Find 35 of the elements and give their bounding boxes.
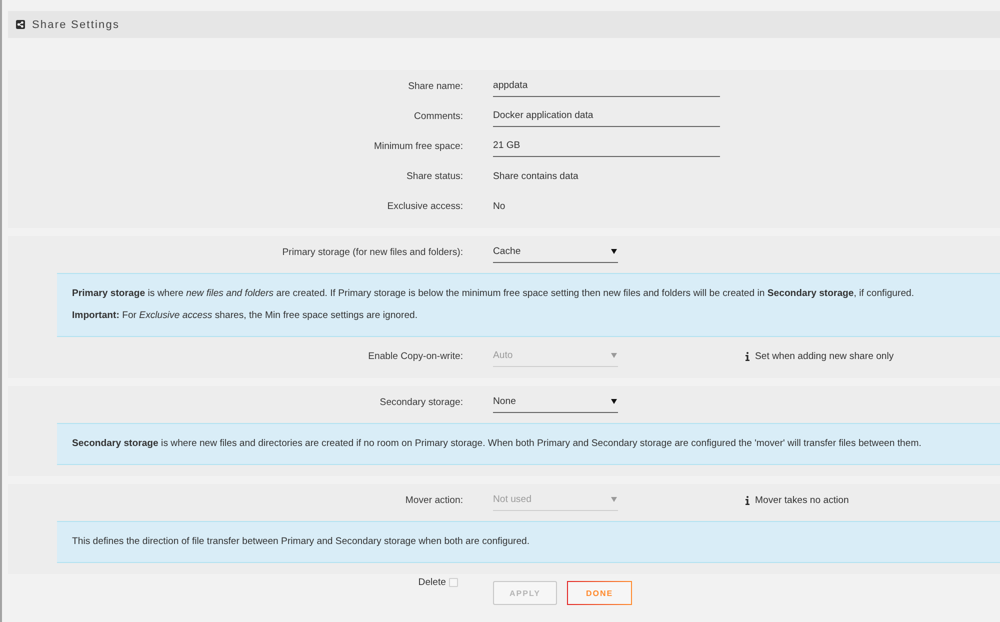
field-label: Share status: xyxy=(406,170,463,182)
dropdown: Auto xyxy=(493,345,618,367)
field-label: Enable Copy-on-write: xyxy=(368,350,463,362)
caret-icon xyxy=(611,353,617,358)
field-label: Secondary storage: xyxy=(380,396,463,408)
field-label: Exclusive access: xyxy=(387,200,463,212)
dropdown[interactable]: None xyxy=(493,391,618,413)
info-icon xyxy=(745,352,750,360)
info-text: Important: For Exclusive access shares, the Min free space settings are ignored. xyxy=(72,309,419,323)
text-field[interactable]: Docker application data xyxy=(493,105,720,127)
field-label: Comments: xyxy=(414,110,463,122)
field-value: Share contains data xyxy=(493,170,578,182)
info-text: This defines the direction of file transfer between Primary and Secondary storage when both are configured. xyxy=(72,535,531,549)
dropdown[interactable]: Cache xyxy=(493,241,618,263)
note-text: Mover takes no action xyxy=(755,494,849,506)
caret-icon xyxy=(611,497,617,502)
dropdown: Not used xyxy=(493,489,618,511)
field-label: Mover action: xyxy=(405,494,463,506)
note-text: Set when adding new share only xyxy=(755,350,894,362)
text-field[interactable]: appdata xyxy=(493,75,720,97)
delete-checkbox[interactable] xyxy=(449,578,458,587)
field-label: Minimum free space: xyxy=(374,140,463,152)
field-value: No xyxy=(493,200,506,212)
share-icon xyxy=(16,20,25,29)
info-text: Secondary storage is where new files and directories are created if no room on Primary storage. When both Primary and Secondary storage are configured the 'mover' will transfer files between them. xyxy=(72,437,922,451)
info-icon xyxy=(745,496,750,504)
field-label: Share name: xyxy=(408,80,463,92)
field-label: Primary storage (for new files and folders): xyxy=(282,246,463,258)
page-title: Share Settings xyxy=(32,18,120,30)
caret-icon xyxy=(611,399,617,404)
text-field[interactable]: 21 GB xyxy=(493,135,720,157)
action-button: APPLY xyxy=(493,581,557,605)
caret-icon xyxy=(611,249,617,254)
delete-label: Delete xyxy=(418,577,446,589)
info-text: Primary storage is where new files and folders are created. If Primary storage is below the minimum free space setting then new files and folders will be created in Secondary storage, if configured. xyxy=(72,287,916,301)
